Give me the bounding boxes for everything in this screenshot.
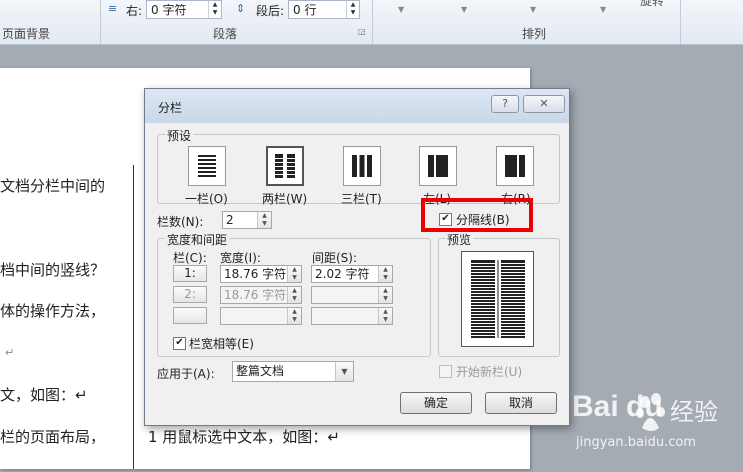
- ribbon: 页面背景 ≡ 右: 0 字符 ▲ ▼ ⇕ 段后: 0 行 ▲ ▼ 段落 ◲ ▼ ▼ …: [0, 0, 743, 45]
- close-button[interactable]: ✕: [523, 95, 565, 113]
- help-button[interactable]: ?: [491, 95, 519, 113]
- close-icon: ✕: [539, 97, 549, 110]
- column-2-width-value: 18.76 字符: [224, 288, 287, 302]
- start-new-column-checkbox: [439, 365, 452, 378]
- right-column-icon: [505, 155, 525, 177]
- num-columns-label: 栏数(N):: [157, 215, 204, 229]
- one-column-icon: [198, 155, 216, 177]
- dropdown-arrow-icon[interactable]: ▼: [461, 5, 467, 14]
- column-1-spacing-value: 2.02 字符: [315, 267, 370, 281]
- column-2-spacing-input: ▲ ▼: [311, 286, 393, 304]
- group-paragraph-label: 段落: [213, 27, 238, 41]
- ribbon-separator: [372, 0, 373, 44]
- watermark-url: jingyan.baidu.com: [576, 435, 696, 450]
- group-arrange-label: 排列: [522, 27, 547, 41]
- doc-line: 栏的页面布局，: [0, 428, 106, 446]
- group-page-background-label: 页面背景: [2, 27, 51, 41]
- left-column-icon: [428, 155, 448, 177]
- column-3-spacing-spinner: ▲ ▼: [378, 308, 392, 324]
- dialog-title: 分栏: [158, 101, 183, 115]
- num-columns-spinner[interactable]: ▲ ▼: [257, 212, 271, 228]
- preview-columns-graphic: [471, 260, 525, 338]
- width-header: 宽度(I):: [220, 251, 261, 265]
- right-indent-input[interactable]: 0 字符 ▲ ▼: [146, 0, 222, 19]
- after-spacing-value: 0 行: [293, 3, 317, 17]
- paragraph-mark: ↵: [5, 346, 15, 359]
- doc-line: 档中间的竖线？: [0, 261, 106, 279]
- column-3-width-spinner: ▲ ▼: [287, 308, 301, 324]
- after-spacing-input[interactable]: 0 行 ▲ ▼: [288, 0, 360, 19]
- dropdown-arrow-icon[interactable]: ▼: [398, 5, 404, 14]
- preset-two-columns[interactable]: [266, 146, 304, 186]
- preset-two-columns-label: 两栏(W): [262, 192, 308, 206]
- preview-group-label: 预览: [445, 231, 474, 248]
- width-spacing-group-label: 宽度和间距: [165, 231, 230, 248]
- watermark-suffix: 经验: [670, 398, 718, 426]
- column-2-width-input: 18.76 字符 ▲ ▼: [220, 286, 302, 304]
- equal-width-checkbox[interactable]: ✔: [173, 337, 186, 350]
- watermark-brand-du: du: [626, 390, 663, 423]
- column-3-spacing-input: ▲ ▼: [311, 307, 393, 325]
- column-1-width-value: 18.76 字符: [224, 267, 287, 281]
- ok-button[interactable]: 确定: [400, 392, 472, 414]
- col-header: 栏(C):: [173, 251, 207, 265]
- ribbon-separator: [100, 0, 101, 44]
- start-new-column-label: 开始新栏(U): [456, 365, 523, 379]
- column-divider-line: [133, 165, 134, 469]
- preset-left[interactable]: [419, 146, 457, 186]
- doc-line: 1 用鼠标选中文本，如图：↵: [148, 428, 340, 446]
- num-columns-value: 2: [226, 213, 234, 227]
- column-3-width-input: ▲ ▼: [220, 307, 302, 325]
- doc-line: 体的操作方法，: [0, 302, 106, 320]
- preview-page: [461, 251, 534, 347]
- column-1-width-spinner[interactable]: ▲ ▼: [287, 266, 301, 282]
- column-1-spacing-spinner[interactable]: ▲ ▼: [378, 266, 392, 282]
- apply-to-select[interactable]: 整篇文档 ▼: [232, 361, 354, 382]
- three-columns-icon: [352, 155, 372, 177]
- after-spacing-icon: ⇕: [236, 2, 246, 15]
- rotate-label[interactable]: 旋转: [640, 0, 664, 9]
- apply-to-value: 整篇文档: [236, 364, 285, 378]
- column-row-number: [173, 307, 207, 324]
- right-indent-icon: ≡: [108, 2, 118, 15]
- dropdown-arrow-icon[interactable]: ▼: [530, 5, 536, 14]
- right-indent-value: 0 字符: [151, 3, 187, 17]
- right-indent-spinner[interactable]: ▲ ▼: [208, 1, 221, 18]
- preset-three-columns-label: 三栏(T): [341, 192, 382, 206]
- paragraph-launcher-icon[interactable]: ◲: [358, 27, 366, 36]
- column-1-width-input[interactable]: 18.76 字符 ▲ ▼: [220, 265, 302, 283]
- preset-three-columns[interactable]: [343, 146, 381, 186]
- baidu-watermark: Bai du 经验 jingyan.baidu.com: [572, 388, 743, 469]
- num-columns-input[interactable]: 2 ▲ ▼: [222, 211, 272, 229]
- two-columns-icon: [275, 154, 295, 178]
- cancel-button[interactable]: 取消: [485, 392, 557, 414]
- dropdown-arrow-icon[interactable]: ▼: [600, 5, 606, 14]
- right-indent-label: 右:: [126, 4, 143, 18]
- presets-group-label: 预设: [165, 127, 194, 144]
- chevron-down-icon[interactable]: ▼: [335, 362, 353, 381]
- column-2-width-spinner: ▲ ▼: [287, 287, 301, 303]
- preset-right[interactable]: [496, 146, 534, 186]
- watermark-brand: Bai: [572, 390, 619, 423]
- column-row-number: 1:: [173, 265, 207, 282]
- after-spacing-label: 段后:: [256, 4, 285, 18]
- columns-dialog: 分栏 ? ✕ 预设 一栏(O) 两栏(W) 三栏(T) 左(L) 右(R) 栏数…: [144, 88, 570, 426]
- doc-line: 文，如图：↵: [0, 386, 88, 404]
- column-2-spacing-spinner: ▲ ▼: [378, 287, 392, 303]
- column-row-number: 2:: [173, 286, 207, 303]
- after-spacing-spinner[interactable]: ▲ ▼: [346, 1, 359, 18]
- ribbon-separator: [680, 0, 681, 44]
- equal-width-label: 栏宽相等(E): [189, 337, 254, 351]
- preset-one-column-label: 一栏(O): [185, 192, 228, 206]
- column-1-spacing-input[interactable]: 2.02 字符 ▲ ▼: [311, 265, 393, 283]
- apply-to-label: 应用于(A):: [157, 367, 215, 381]
- highlight-box: [421, 198, 533, 232]
- preset-one-column[interactable]: [188, 146, 226, 186]
- doc-line: 文档分栏中间的: [0, 177, 106, 195]
- spacing-header: 间距(S):: [312, 251, 358, 265]
- dialog-titlebar[interactable]: 分栏 ? ✕: [145, 89, 569, 123]
